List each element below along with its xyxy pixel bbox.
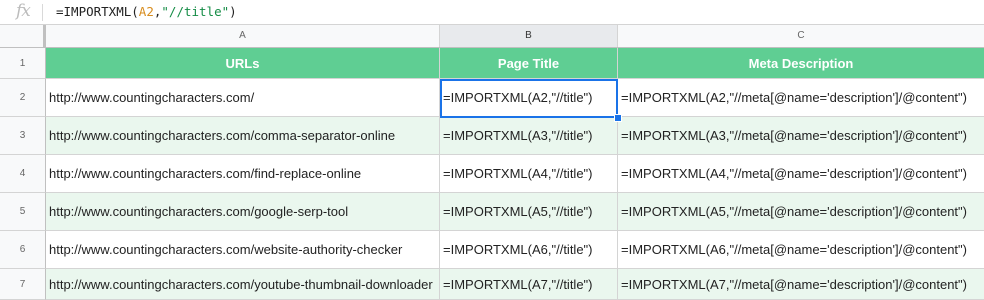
cell-page-title[interactable]: =IMPORTXML(A2,"//title") (440, 79, 618, 117)
cell-meta-description[interactable]: =IMPORTXML(A7,"//meta[@name='description… (618, 269, 984, 300)
fill-handle[interactable] (614, 114, 622, 122)
formula-cell-ref: A2 (138, 4, 154, 19)
row-number-1[interactable]: 1 (0, 48, 46, 79)
cell-url[interactable]: http://www.countingcharacters.com/ (46, 79, 440, 117)
cell-page-title[interactable]: =IMPORTXML(A5,"//title") (440, 193, 618, 231)
row-number-6[interactable]: 6 (0, 231, 46, 269)
header-cell-page-title[interactable]: Page Title (440, 48, 618, 79)
formula-string-arg: "//title" (161, 4, 230, 19)
formula-input[interactable]: =IMPORTXML(A2,"//title") (56, 4, 237, 19)
cell-url[interactable]: http://www.countingcharacters.com/comma-… (46, 117, 440, 155)
row-number-3[interactable]: 3 (0, 117, 46, 155)
cell-meta-description[interactable]: =IMPORTXML(A5,"//meta[@name='description… (618, 193, 984, 231)
fx-icon: fx (16, 1, 31, 21)
column-header-c[interactable]: C (618, 25, 984, 47)
cell-page-title[interactable]: =IMPORTXML(A6,"//title") (440, 231, 618, 269)
cell-meta-description[interactable]: =IMPORTXML(A4,"//meta[@name='description… (618, 155, 984, 193)
formula-prefix: =IMPORTXML( (56, 4, 139, 19)
row-number-4[interactable]: 4 (0, 155, 46, 193)
header-cell-meta-description[interactable]: Meta Description (618, 48, 984, 79)
select-all-corner[interactable] (0, 25, 46, 47)
cell-url[interactable]: http://www.countingcharacters.com/websit… (46, 231, 440, 269)
cell-page-title[interactable]: =IMPORTXML(A7,"//title") (440, 269, 618, 300)
cell-url[interactable]: http://www.countingcharacters.com/google… (46, 193, 440, 231)
cell-meta-description[interactable]: =IMPORTXML(A3,"//meta[@name='description… (618, 117, 984, 155)
row-number-7[interactable]: 7 (0, 269, 46, 300)
formula-bar-divider (42, 4, 43, 21)
cell-page-title[interactable]: =IMPORTXML(A4,"//title") (440, 155, 618, 193)
header-cell-urls[interactable]: URLs (46, 48, 440, 79)
column-header-row: A B C (0, 25, 984, 48)
column-header-b[interactable]: B (440, 25, 618, 47)
cell-url[interactable]: http://www.countingcharacters.com/find-r… (46, 155, 440, 193)
cell-meta-description[interactable]: =IMPORTXML(A6,"//meta[@name='description… (618, 231, 984, 269)
cell-page-title[interactable]: =IMPORTXML(A3,"//title") (440, 117, 618, 155)
formula-bar: fx =IMPORTXML(A2,"//title") (0, 0, 984, 25)
row-number-5[interactable]: 5 (0, 193, 46, 231)
row-number-2[interactable]: 2 (0, 79, 46, 117)
cell-meta-description[interactable]: =IMPORTXML(A2,"//meta[@name='description… (618, 79, 984, 117)
formula-suffix: ) (229, 4, 237, 19)
cell-url[interactable]: http://www.countingcharacters.com/youtub… (46, 269, 440, 300)
column-header-a[interactable]: A (46, 25, 440, 47)
